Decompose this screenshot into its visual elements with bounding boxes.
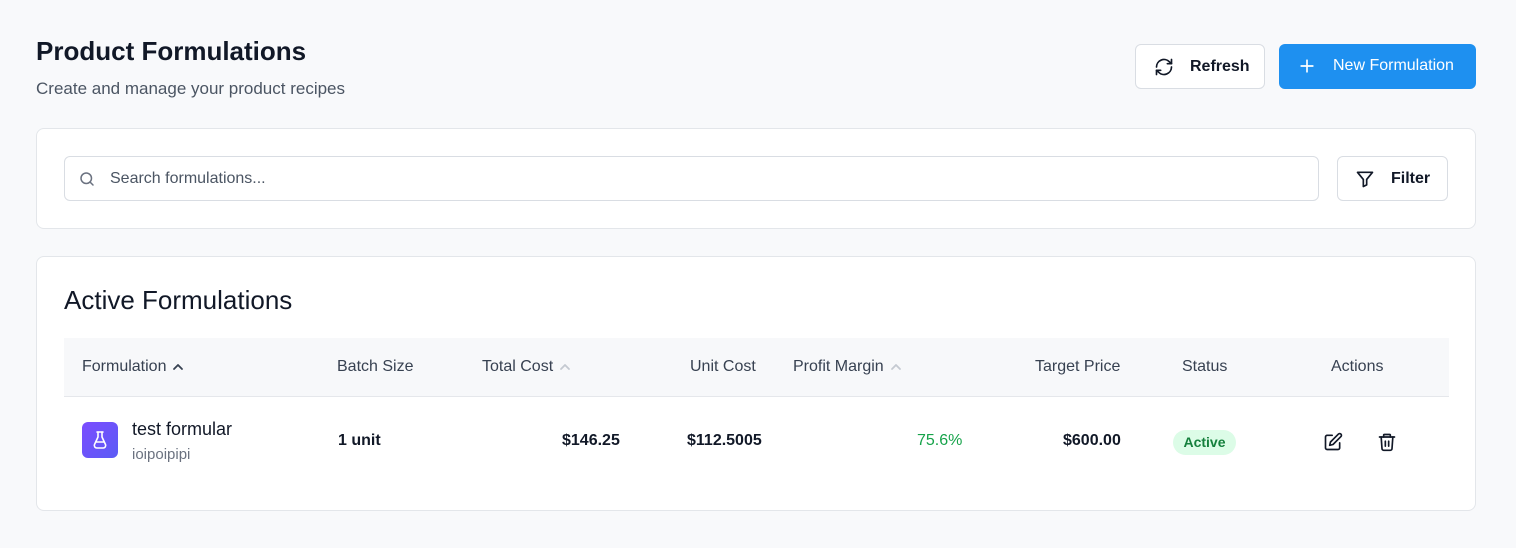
target-price-cell: $600.00 <box>1063 432 1121 449</box>
plus-icon <box>1300 59 1314 73</box>
search-card: Filter <box>36 128 1476 229</box>
column-label: Status <box>1182 358 1228 375</box>
batch-size-cell: 1 unit <box>338 432 381 449</box>
new-formulation-label: New Formulation <box>1333 57 1454 74</box>
total-cost-cell: $146.25 <box>562 432 620 449</box>
trash-icon[interactable] <box>1377 432 1397 452</box>
column-header-total-cost[interactable]: Total Cost <box>482 358 571 376</box>
formulations-table-card: Active Formulations Formulation Batch Si… <box>36 256 1476 511</box>
filter-button[interactable]: Filter <box>1337 156 1448 201</box>
formulation-avatar <box>82 422 118 458</box>
column-header-target-price: Target Price <box>1035 358 1120 376</box>
page-subtitle: Create and manage your product recipes <box>36 79 346 98</box>
column-header-actions: Actions <box>1331 358 1383 376</box>
page-title: Product Formulations <box>36 36 307 66</box>
chevron-up-icon <box>890 363 901 370</box>
edit-icon[interactable] <box>1323 432 1343 452</box>
column-label: Formulation <box>82 358 167 375</box>
column-header-profit-margin[interactable]: Profit Margin <box>793 358 902 376</box>
status-badge: Active <box>1173 430 1236 455</box>
column-label: Profit Margin <box>793 358 884 375</box>
section-title: Active Formulations <box>64 285 293 315</box>
table-row[interactable]: test formular ioipoipipi 1 unit $146.25 … <box>64 398 1449 488</box>
column-label: Batch Size <box>337 358 414 375</box>
column-label: Target Price <box>1035 358 1121 375</box>
unit-cost-cell: $112.5005 <box>687 432 762 449</box>
flask-icon <box>93 431 107 449</box>
refresh-button-label: Refresh <box>1190 58 1250 75</box>
filter-button-label: Filter <box>1391 170 1431 187</box>
column-label: Actions <box>1331 358 1384 375</box>
formulation-name: test formular <box>132 419 233 439</box>
search-input[interactable] <box>110 157 1310 200</box>
formulations-page: Product Formulations Create and manage y… <box>0 0 1516 548</box>
refresh-button[interactable]: Refresh <box>1135 44 1265 89</box>
search-box <box>64 156 1319 201</box>
column-header-status: Status <box>1182 358 1227 376</box>
column-header-unit-cost: Unit Cost <box>690 358 756 376</box>
search-icon <box>80 172 94 186</box>
column-header-batch-size: Batch Size <box>337 358 413 376</box>
profit-margin-cell: 75.6% <box>917 432 963 449</box>
column-label: Total Cost <box>482 358 554 375</box>
formulation-description: ioipoipipi <box>132 446 191 463</box>
chevron-up-icon <box>560 363 571 370</box>
refresh-icon <box>1155 58 1173 76</box>
column-header-formulation[interactable]: Formulation <box>82 358 184 376</box>
new-formulation-button[interactable]: New Formulation <box>1279 44 1476 89</box>
chevron-up-icon <box>173 363 184 370</box>
table-header: Formulation Batch Size Total Cost Unit C… <box>64 338 1449 397</box>
column-label: Unit Cost <box>690 358 756 375</box>
filter-icon <box>1356 171 1374 188</box>
